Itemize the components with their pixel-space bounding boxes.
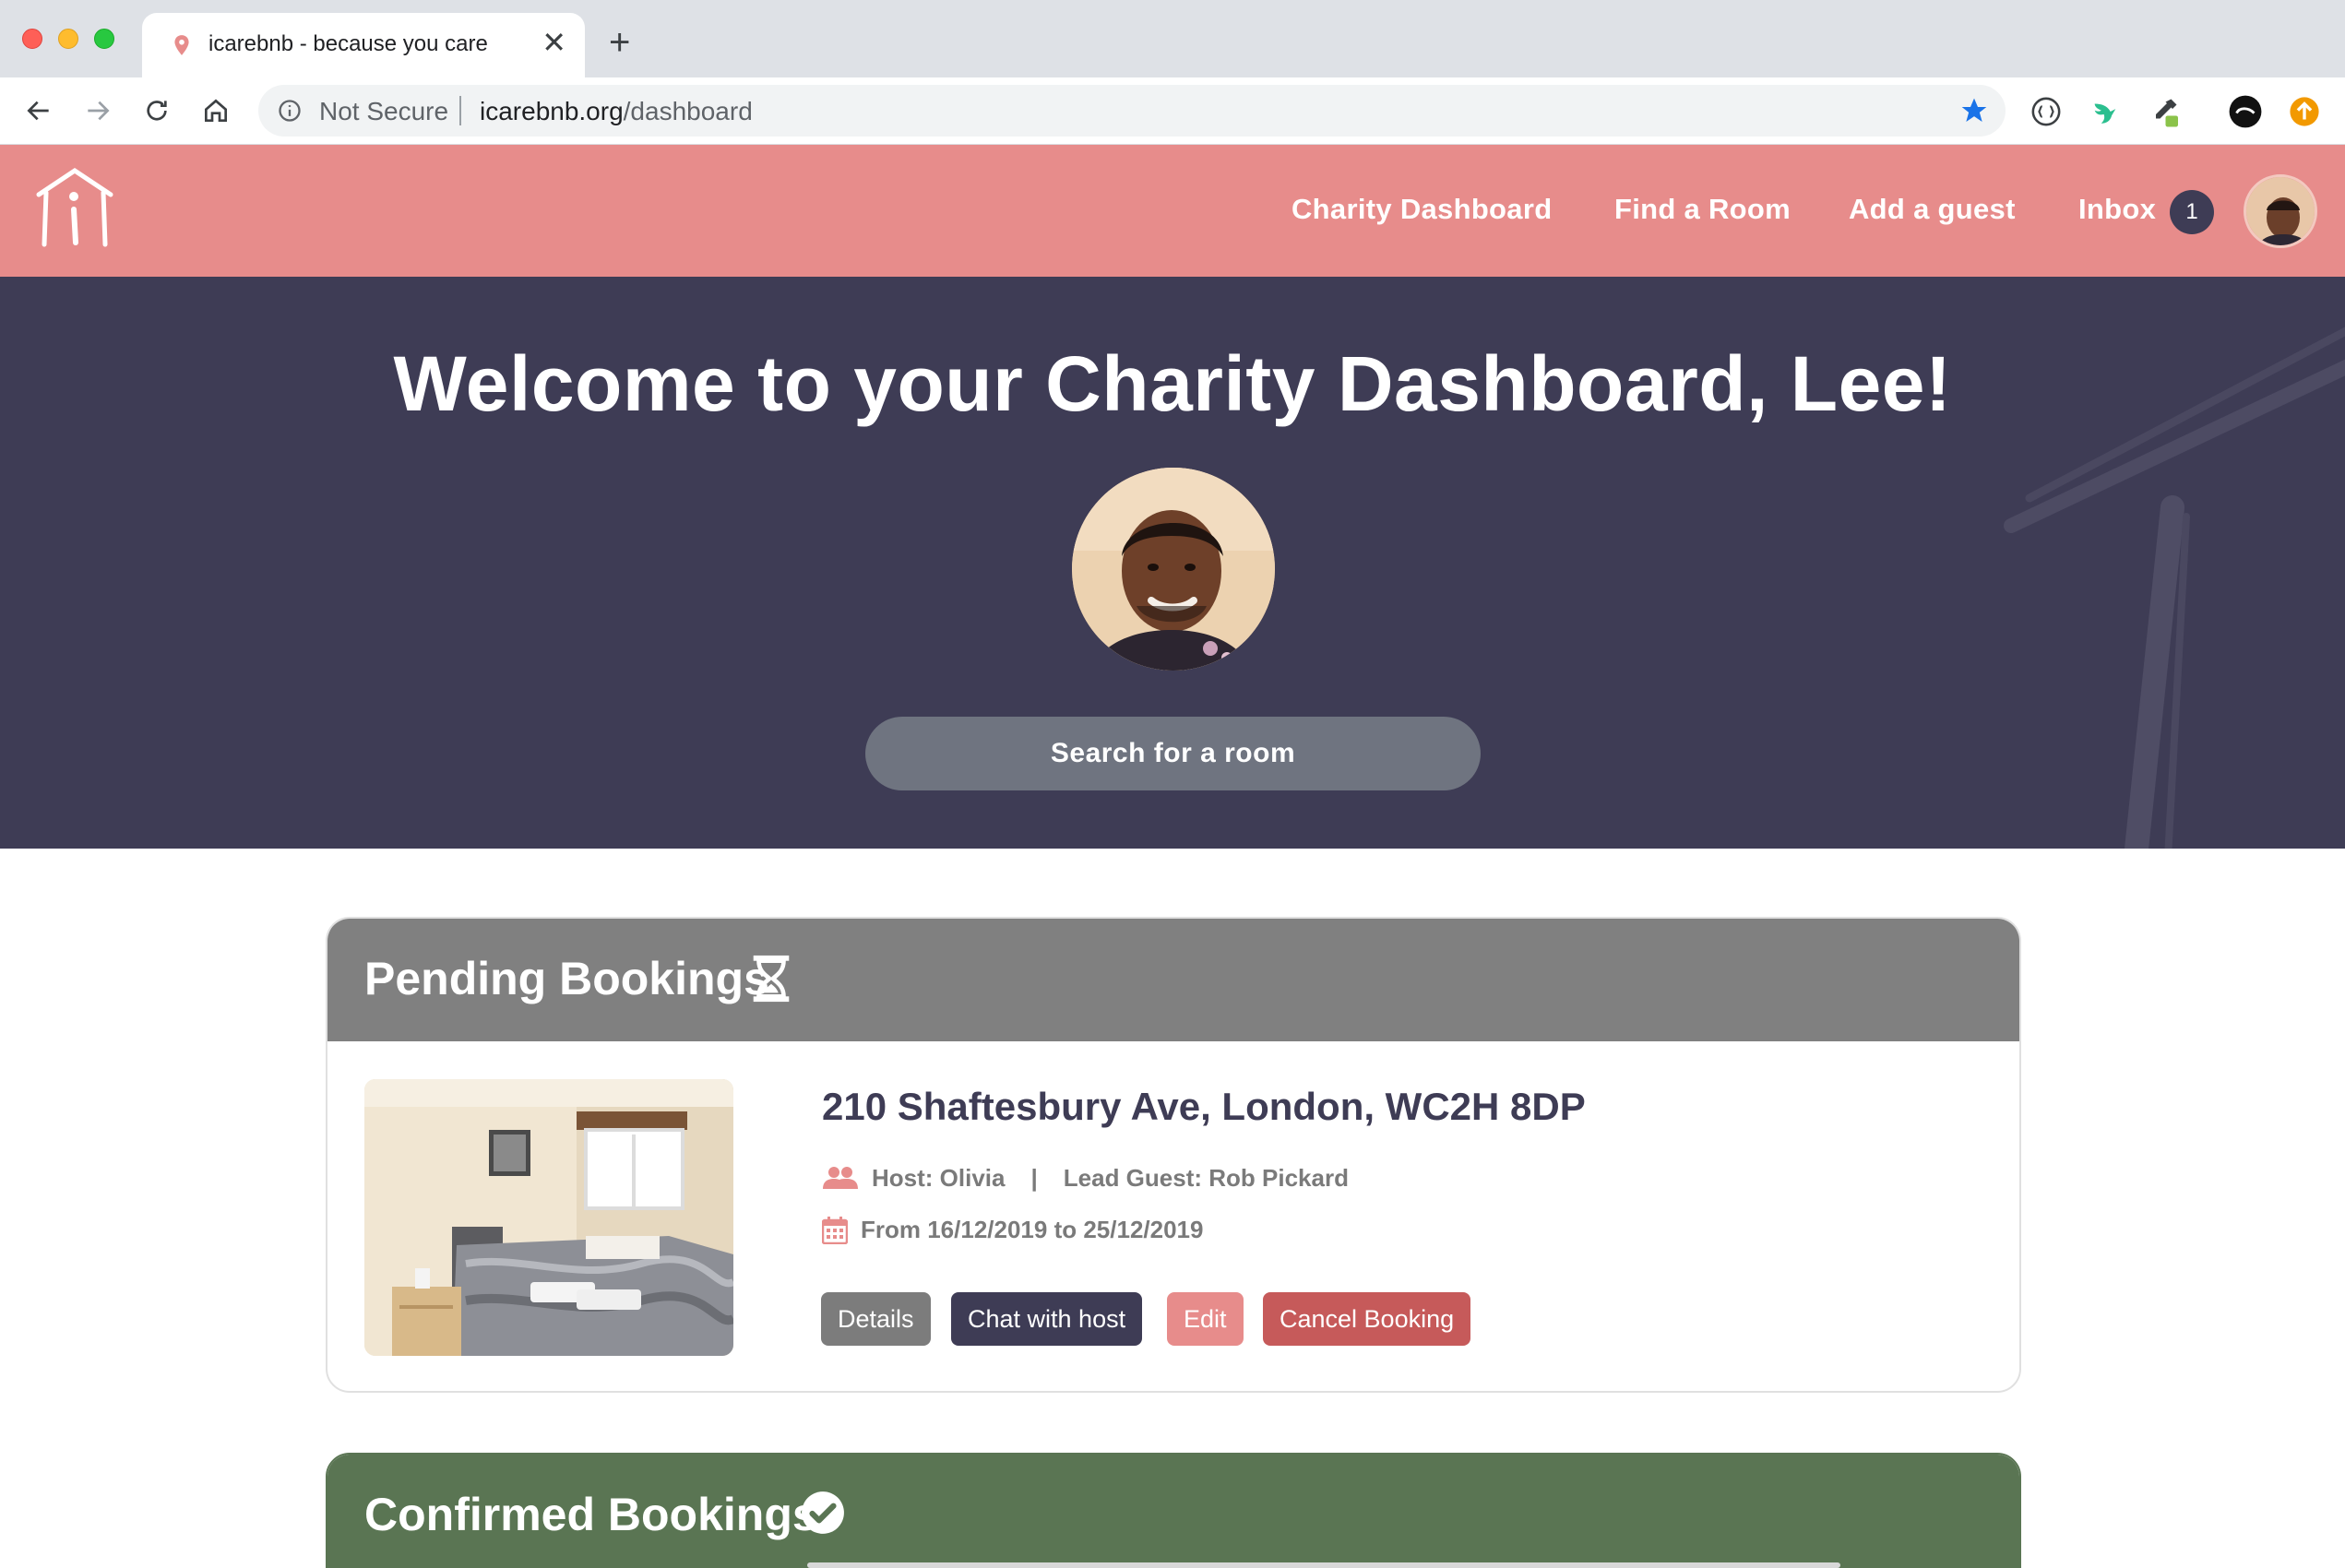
- users-icon: [823, 1166, 858, 1189]
- url-host: icarebnb.org: [480, 97, 624, 125]
- house-logo-icon[interactable]: [33, 165, 116, 248]
- pending-bookings-card: Pending Bookings 210 Shaftesbury Ave, Lo…: [326, 917, 2021, 1393]
- home-icon: [205, 99, 227, 122]
- pending-bookings-title: Pending Bookings: [364, 953, 769, 1004]
- browser-tab[interactable]: icarebnb - because you care ✕: [142, 13, 585, 77]
- chat-with-host-button[interactable]: Chat with host: [951, 1292, 1143, 1346]
- nav-inbox[interactable]: Inbox: [2078, 193, 2156, 226]
- address-bar[interactable]: Not Secure icarebnb.org/dashboard: [258, 85, 2006, 137]
- booking-address[interactable]: 210 Shaftesbury Ave, London, WC2H 8DP: [822, 1085, 1586, 1129]
- nav-find-a-room[interactable]: Find a Room: [1614, 193, 1791, 226]
- browser-tabstrip: icarebnb - because you care ✕ +: [0, 0, 2345, 77]
- back-button[interactable]: [20, 92, 57, 129]
- search-room-button[interactable]: Search for a room: [865, 717, 1481, 790]
- reload-icon: [147, 101, 167, 121]
- app-header: Charity Dashboard Find a Room Add a gues…: [0, 145, 2345, 277]
- booking-lead-guest: Lead Guest: Rob Pickard: [1063, 1164, 1349, 1192]
- welcome-heading: Welcome to your Charity Dashboard, Lee!: [393, 340, 1952, 427]
- booking-host: Host: Olivia: [872, 1164, 1006, 1192]
- profile-photo: [1072, 468, 1275, 671]
- window-close-button[interactable]: [22, 29, 42, 49]
- inbox-count-badge[interactable]: 1: [2170, 190, 2214, 234]
- new-tab-button[interactable]: +: [609, 24, 630, 61]
- window-minimize-button[interactable]: [58, 29, 78, 49]
- browser-toolbar: Not Secure icarebnb.org/dashboard: [0, 77, 2345, 145]
- edit-button[interactable]: Edit: [1167, 1292, 1244, 1346]
- confirmed-bookings-title: Confirmed Bookings: [364, 1489, 818, 1540]
- url-text[interactable]: icarebnb.org/dashboard: [480, 97, 753, 126]
- security-label: Not Secure: [319, 97, 449, 125]
- room-photo[interactable]: [364, 1079, 733, 1356]
- address-divider: [459, 96, 461, 125]
- back-arrow-icon: [27, 101, 49, 121]
- forward-button[interactable]: [79, 92, 116, 129]
- forward-arrow-icon: [88, 101, 110, 121]
- window-zoom-button[interactable]: [94, 29, 114, 49]
- nav-charity-dashboard[interactable]: Charity Dashboard: [1292, 193, 1552, 226]
- info-icon[interactable]: [277, 98, 303, 124]
- url-path: /dashboard: [623, 97, 753, 125]
- extension-braces-icon[interactable]: [2029, 94, 2064, 129]
- user-avatar[interactable]: [2244, 174, 2317, 248]
- home-button[interactable]: [197, 92, 234, 129]
- extension-update-icon[interactable]: [2287, 94, 2322, 129]
- hero-banner: Welcome to your Charity Dashboard, Lee! …: [0, 277, 2345, 849]
- meta-separator: |: [1030, 1164, 1038, 1192]
- booking-dates: From 16/12/2019 to 25/12/2019: [861, 1216, 1204, 1243]
- details-button[interactable]: Details: [821, 1292, 931, 1346]
- booking-people-row: Host: Olivia | Lead Guest: Rob Pickard: [822, 1164, 1349, 1193]
- pending-bookings-header: Pending Bookings: [327, 919, 2019, 1041]
- confirmed-bookings-card: Confirmed Bookings: [326, 1453, 2021, 1568]
- extension-bird-icon[interactable]: [2088, 94, 2123, 129]
- tab-close-icon[interactable]: ✕: [542, 28, 566, 57]
- calendar-icon: [822, 1216, 848, 1244]
- extension-dark-circle-icon[interactable]: [2228, 94, 2263, 129]
- horizontal-scrollbar[interactable]: [807, 1562, 1840, 1568]
- confirmed-bookings-header: Confirmed Bookings: [327, 1455, 2019, 1568]
- tab-title: icarebnb - because you care: [208, 31, 488, 56]
- nav-add-a-guest[interactable]: Add a guest: [1849, 193, 2016, 226]
- hourglass-icon: [753, 955, 790, 1003]
- bookmark-star-icon[interactable]: [1959, 96, 1989, 125]
- cancel-booking-button[interactable]: Cancel Booking: [1263, 1292, 1471, 1346]
- check-circle-icon: [802, 1491, 844, 1534]
- favicon-pin-icon: [174, 35, 189, 55]
- extension-eyedropper-icon[interactable]: [2147, 94, 2182, 129]
- reload-button[interactable]: [138, 92, 175, 129]
- booking-dates-row: From 16/12/2019 to 25/12/2019: [822, 1216, 1203, 1244]
